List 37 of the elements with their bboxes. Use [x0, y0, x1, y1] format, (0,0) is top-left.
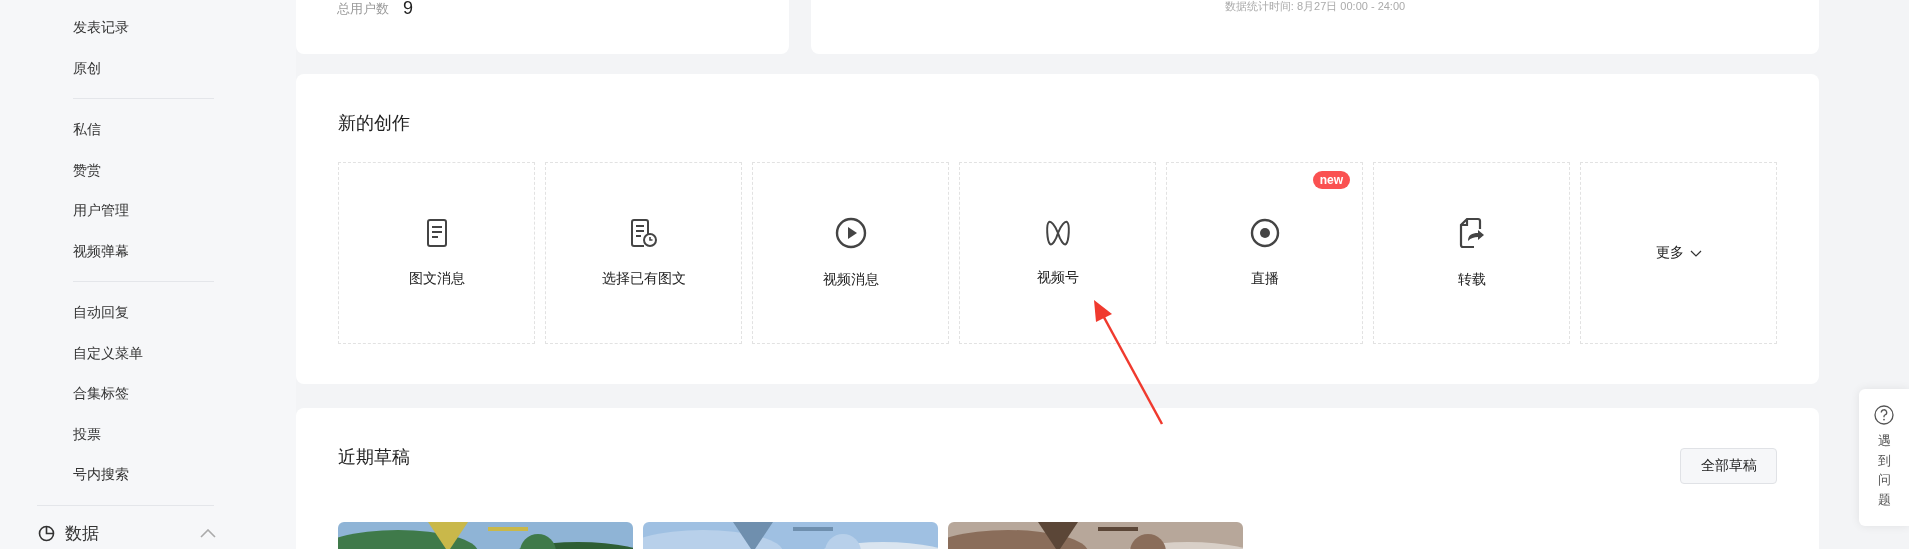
sidebar-item[interactable]: 自定义菜单 [73, 332, 296, 373]
create-tile[interactable]: 视频消息 [752, 162, 949, 344]
pie-chart-icon [38, 524, 55, 542]
caret-icon[interactable] [200, 528, 216, 538]
create-tile[interactable]: 选择已有图文 [545, 162, 742, 344]
document-share-icon [1457, 217, 1486, 249]
sidebar-item[interactable]: 原创 [73, 47, 296, 88]
sidebar-item[interactable]: 赞赏 [73, 149, 296, 190]
create-tile[interactable]: 直播 new [1166, 162, 1363, 344]
create-tile[interactable]: 视频号 [959, 162, 1156, 344]
document-icon [425, 218, 448, 248]
new-badge: new [1312, 171, 1350, 189]
sidebar-section[interactable]: 数据 [65, 521, 99, 545]
sidebar-item[interactable]: 合集标签 [73, 373, 296, 414]
sidebar-item[interactable]: 号内搜索 [73, 454, 296, 495]
all-drafts-button[interactable]: 全部草稿 [1680, 448, 1777, 484]
section-title: 近期草稿 [338, 446, 410, 469]
help-label[interactable]: 遇到问题 [1877, 431, 1891, 509]
stat-label: 总用户数 [337, 0, 389, 18]
help-icon[interactable] [1874, 405, 1894, 425]
sidebar-item[interactable]: 视频弹幕 [73, 230, 296, 271]
chevron-down-icon [1689, 249, 1702, 257]
sidebar-item[interactable]: 用户管理 [73, 190, 296, 231]
play-icon [834, 217, 867, 249]
sidebar-item[interactable]: 投票 [73, 413, 296, 454]
create-tile[interactable]: 图文消息 [338, 162, 535, 344]
stat-value: 9 [403, 0, 413, 16]
document-clock-icon [629, 218, 658, 248]
sidebar-item[interactable]: 自动回复 [73, 292, 296, 333]
record-icon [1249, 218, 1280, 248]
butterfly-icon [1044, 219, 1071, 247]
sidebar-item[interactable]: 私信 [73, 109, 296, 150]
sidebar-item[interactable]: 发表记录 [73, 7, 296, 48]
stat-time-note: 数据统计时间: 8月27日 00:00 - 24:00 [1224, 0, 1406, 14]
section-title: 新的创作 [338, 112, 410, 135]
more-tile[interactable]: 更多 [1580, 162, 1777, 344]
create-tile[interactable]: 转载 [1373, 162, 1570, 344]
